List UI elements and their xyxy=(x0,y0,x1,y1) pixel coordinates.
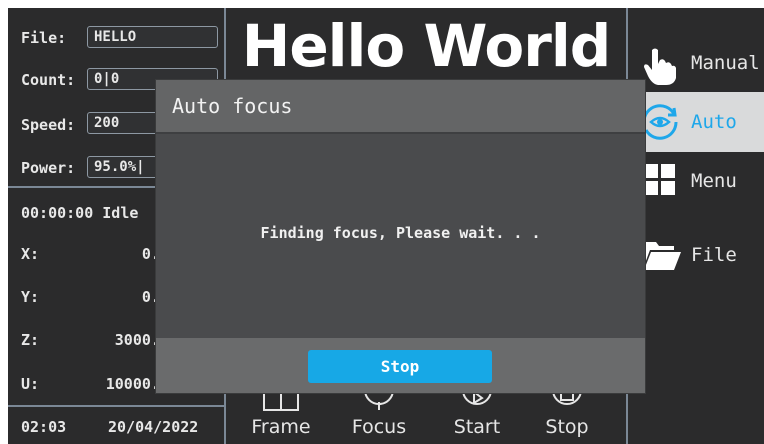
machine-screen: File: HELLO Count: 0|0 Speed: 200 Power:… xyxy=(8,8,764,444)
stop-label: Stop xyxy=(545,416,589,438)
start-label: Start xyxy=(453,416,501,438)
menu-item-auto[interactable]: Auto xyxy=(628,92,764,152)
stop-button[interactable]: Stop xyxy=(522,386,612,444)
grid-icon xyxy=(644,164,675,195)
divider xyxy=(156,132,645,134)
dialog-title: Auto focus xyxy=(156,80,645,132)
power-label: Power: xyxy=(21,159,76,177)
menu-item-label: Auto xyxy=(691,111,737,133)
axis-z-label: Z: xyxy=(21,331,40,349)
start-button[interactable]: Start xyxy=(432,386,522,444)
clock-date: 20/04/2022 xyxy=(108,418,199,436)
speed-label: Speed: xyxy=(21,116,76,134)
frame-label: Frame xyxy=(251,416,311,438)
dialog-footer: Stop xyxy=(156,338,645,393)
focus-button[interactable]: Focus xyxy=(334,386,424,444)
menu-item-menu[interactable]: Menu xyxy=(628,156,764,206)
menu-item-label: Menu xyxy=(691,170,737,192)
auto-focus-dialog: Auto focus Finding focus, Please wait. .… xyxy=(156,80,645,393)
menu-item-manual[interactable]: Manual xyxy=(628,38,764,88)
folder-icon xyxy=(644,242,681,270)
file-label: File: xyxy=(21,29,67,47)
status-text: 00:00:00 Idle xyxy=(21,204,139,222)
axis-u-label: U: xyxy=(21,375,40,393)
hand-pointer-icon xyxy=(644,48,676,85)
dialog-message: Finding focus, Please wait. . . xyxy=(260,224,541,242)
divider xyxy=(8,405,224,407)
file-field[interactable]: HELLO xyxy=(87,26,218,48)
axis-x-label: X: xyxy=(21,245,40,263)
page-title: Hello World xyxy=(241,12,611,80)
focus-label: Focus xyxy=(351,416,407,438)
menu-item-label: Manual xyxy=(691,52,760,74)
clock-time: 02:03 xyxy=(21,418,67,436)
menu-item-label: File xyxy=(691,244,737,266)
dialog-stop-button[interactable]: Stop xyxy=(308,350,492,383)
menu-item-file[interactable]: File xyxy=(628,230,764,280)
axis-y-label: Y: xyxy=(21,288,40,306)
count-label: Count: xyxy=(21,71,76,89)
frame-button[interactable]: Frame xyxy=(236,386,326,444)
